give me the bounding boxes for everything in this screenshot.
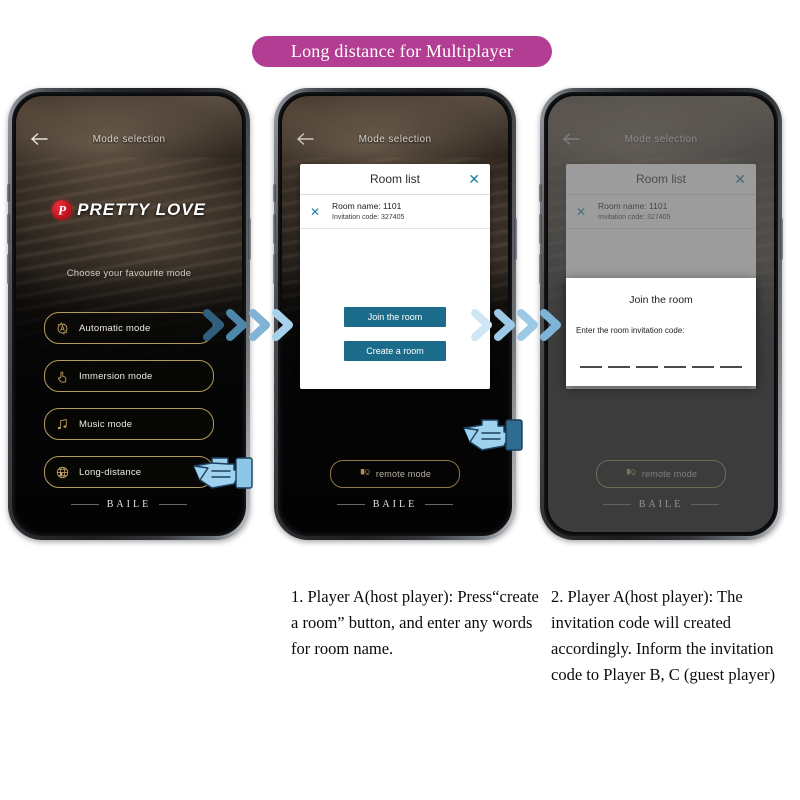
phone-mockup-3: Mode selection remote mode [539,88,783,540]
chevron-right-icon [203,309,293,341]
title-banner-label: Long distance for Multiplayer [290,41,514,61]
subtitle: Choose your favourite mode [66,268,192,279]
phone-side-button [539,184,542,202]
mode-label: Long-distance [79,466,142,478]
code-slot[interactable] [608,366,630,368]
divider-left [70,504,99,505]
phone-power-button [248,218,251,260]
invitation-code-prompt: Enter the room invitation code: [576,326,685,335]
flow-arrows-2 [470,304,566,346]
hand-pointer-icon [193,457,253,489]
invitation-code-label: Invitation code: 327405 [332,213,405,221]
phone-volume-down-button [7,254,10,284]
invitation-code-input[interactable] [580,366,742,368]
pretty-love-badge-icon: P [52,200,73,220]
room-list-body: Join the room Create a room [300,229,490,389]
automatic-mode-icon [45,321,79,336]
phone-screen-3: Mode selection remote mode [548,96,774,532]
footer-brand: BAILE [282,499,508,510]
mode-label: Automatic mode [79,322,151,334]
step-2-caption: 2. Player A(host player): The invitation… [551,587,776,685]
room-list-header: Room list ✕ [300,164,490,195]
code-slot[interactable] [580,366,602,368]
create-a-room-button[interactable]: Create a room [344,341,446,361]
globe-icon [45,465,79,480]
dialog-title: Room list [369,172,420,186]
phone-power-button [514,218,517,260]
phone-volume-up-button [273,214,276,244]
title-banner: Long distance for Multiplayer [252,36,552,67]
phone-volume-down-button [273,254,276,284]
room-name-label: Room name: 1101 [332,201,402,212]
page-title: Mode selection [92,134,166,145]
phone-volume-down-button [539,254,542,284]
phone-power-button [780,218,783,260]
chevron-right-icon [471,309,561,341]
footer-brand-label: BAILE [106,499,152,510]
room-list-actions: Join the room Create a room [300,307,490,375]
modal-title: Join the room [629,294,693,306]
footer-brand-label: BAILE [372,499,418,510]
code-slot[interactable] [692,366,714,368]
mode-label: Music mode [79,418,133,430]
page-title: Mode selection [358,134,432,145]
join-the-room-button[interactable]: Join the room [344,307,446,327]
phone-volume-up-button [539,214,542,244]
poster-stage: Long distance for Multiplayer Mode selec… [0,0,800,800]
close-icon[interactable]: ✕ [468,172,480,186]
step-1-caption: 1. Player A(host player): Press“create a… [291,587,539,659]
remote-mode-icon [359,465,371,483]
phone-volume-up-button [7,214,10,244]
brand-mark: P [58,202,67,217]
mode-button-immersion[interactable]: Immersion mode [44,360,214,392]
music-note-icon [45,417,79,432]
close-icon[interactable]: ✕ [310,206,320,218]
mode-button-music[interactable]: Music mode [44,408,214,440]
hand-touch-icon [45,369,79,384]
code-slot[interactable] [636,366,658,368]
mode-button-automatic[interactable]: Automatic mode [44,312,214,344]
remote-mode-label: remote mode [375,469,432,479]
pointing-hand-cursor-2 [458,406,528,469]
app-topbar: Mode selection [282,132,508,154]
code-slot[interactable] [720,366,742,368]
mode-label: Immersion mode [79,370,153,382]
divider-left [336,504,365,505]
phone-side-button [7,184,10,202]
app-topbar: Mode selection [16,132,242,154]
phone-bezel: Mode selection remote mode [544,92,778,536]
room-list-dialog: Room list ✕ ✕ Room name: 1101 Invitation… [300,164,490,389]
phone-side-button [273,184,276,202]
pointing-hand-cursor-1 [188,444,258,507]
code-slot[interactable] [664,366,686,368]
hand-pointer-icon [463,419,523,451]
room-list-row[interactable]: ✕ Room name: 1101 Invitation code: 32740… [300,195,490,229]
phone-frame: Mode selection remote mode [539,88,783,540]
join-room-modal: Join the room Enter the room invitation … [566,278,756,386]
divider-right [425,504,454,505]
brand-name: PRETTY LOVE [77,200,206,219]
remote-mode-button[interactable]: remote mode [330,460,460,488]
divider-right [159,504,188,505]
brand-logo: P PRETTY LOVE [16,200,242,220]
flow-arrows-1 [202,304,302,346]
